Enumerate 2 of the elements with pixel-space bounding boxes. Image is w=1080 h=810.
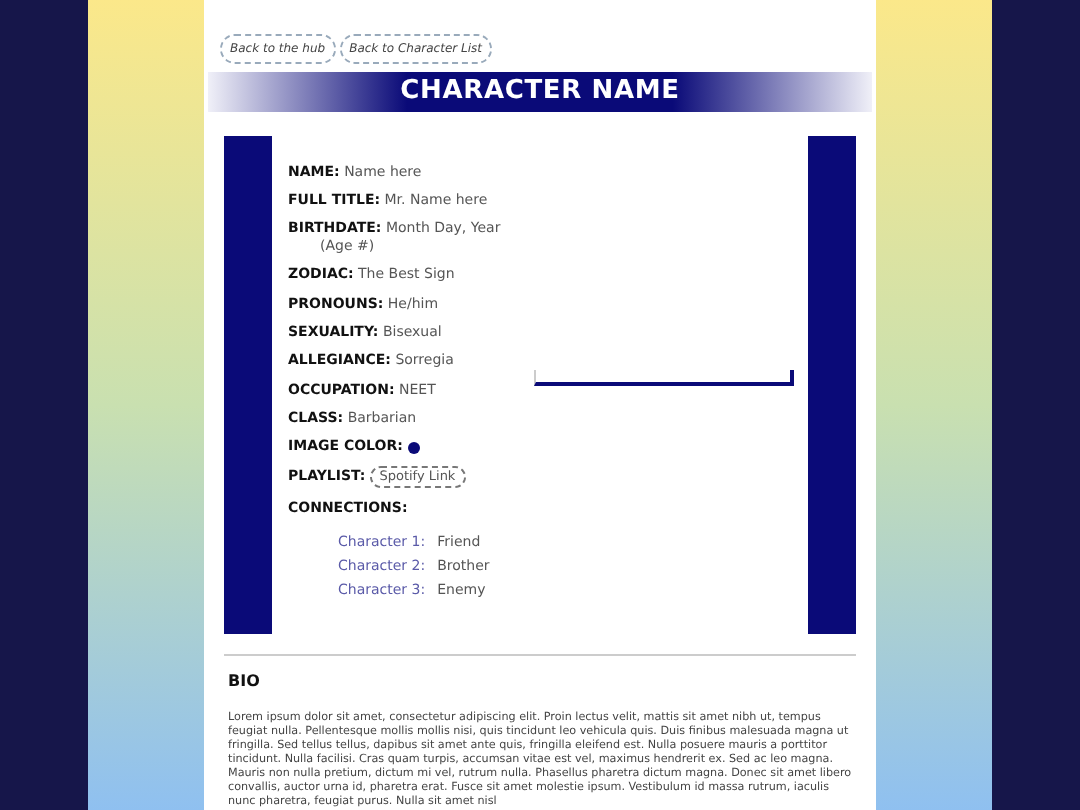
title-banner: CHARACTER NAME <box>208 72 872 111</box>
bio-heading: BIO <box>228 670 262 694</box>
